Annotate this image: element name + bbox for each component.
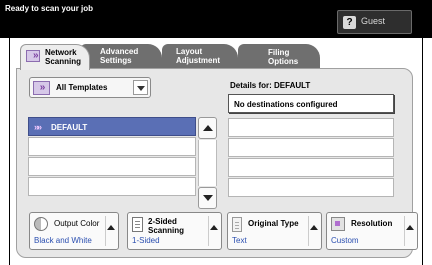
tab-layout-adjustment[interactable]: Layout Adjustment [162, 44, 238, 68]
top-status-bar: Ready to scan your job ? Guest [0, 0, 432, 38]
divider [308, 216, 309, 246]
divider [404, 216, 405, 246]
destination-row [228, 118, 394, 137]
destinations-message: No destinations configured [234, 100, 338, 109]
scroll-up-button[interactable] [198, 117, 217, 139]
tab-label-line2: Adjustment [176, 56, 220, 65]
destination-row [228, 158, 394, 177]
tab-label-line1: Network [45, 48, 77, 57]
chevron-up-icon [406, 225, 414, 230]
chevron-down-icon[interactable] [133, 80, 148, 95]
template-arrows-icon: »» [34, 122, 42, 132]
guest-login-button[interactable]: ? Guest [337, 10, 412, 34]
destination-row [228, 178, 394, 197]
scroll-down-button[interactable] [198, 187, 217, 209]
template-row-label: DEFAULT [51, 123, 88, 132]
scrollbar-track [198, 140, 217, 186]
tab-advanced-settings[interactable]: Advanced Settings [80, 44, 162, 68]
output-color-value: Black and White [34, 236, 92, 245]
templates-dropdown-label: All Templates [56, 83, 108, 92]
output-color-title: Output Color [54, 219, 100, 228]
status-message: Ready to scan your job [5, 4, 94, 13]
original-type-button[interactable]: Original Type Text [227, 212, 322, 250]
two-sided-scanning-button[interactable]: 2-Sided Scanning 1-Sided [127, 212, 222, 250]
chevron-up-icon [210, 225, 218, 230]
color-circle-icon [34, 217, 48, 231]
destination-row [228, 138, 394, 157]
chevron-up-icon [310, 225, 318, 230]
destination-row: No destinations configured [228, 94, 394, 113]
resolution-value: Custom [331, 236, 359, 245]
tab-label-line2: Scanning [45, 57, 82, 66]
resolution-icon [331, 217, 345, 231]
tab-label-line2: Settings [100, 56, 132, 65]
resolution-title: Resolution [351, 219, 393, 228]
text-page-icon [232, 217, 242, 232]
two-sided-value: 1-Sided [132, 236, 160, 245]
two-sided-title-line1: 2-Sided [148, 217, 177, 226]
network-scan-icon: » [26, 50, 40, 62]
divider [208, 216, 209, 246]
output-color-button[interactable]: Output Color Black and White [29, 212, 119, 250]
template-row-empty[interactable] [28, 157, 196, 176]
details-heading: Details for: DEFAULT [230, 81, 311, 90]
tab-network-scanning[interactable]: » Network Scanning [20, 44, 90, 70]
template-row-default[interactable]: »» DEFAULT [28, 117, 196, 136]
tab-label-line1: Layout [176, 47, 203, 56]
guest-label: Guest [361, 16, 386, 26]
divider [105, 216, 106, 246]
tab-label: Filing Options [268, 48, 299, 66]
tab-filing-options[interactable]: Filing Options [238, 44, 320, 68]
tab-label-line1: Advanced [100, 47, 139, 56]
template-row-empty[interactable] [28, 137, 196, 156]
original-type-value: Text [232, 236, 247, 245]
two-sided-title-line2: Scanning [148, 226, 185, 235]
destinations-list: No destinations configured [228, 94, 394, 208]
duplex-document-icon [132, 217, 143, 232]
original-type-title: Original Type [248, 219, 299, 228]
question-mark-icon: ? [343, 16, 356, 29]
templates-dropdown[interactable]: » All Templates [29, 77, 151, 98]
template-row-empty[interactable] [28, 177, 196, 196]
template-icon: » [33, 81, 50, 95]
resolution-button[interactable]: Resolution Custom [326, 212, 418, 250]
chevron-up-icon [107, 225, 115, 230]
template-list: »» DEFAULT [28, 117, 196, 207]
